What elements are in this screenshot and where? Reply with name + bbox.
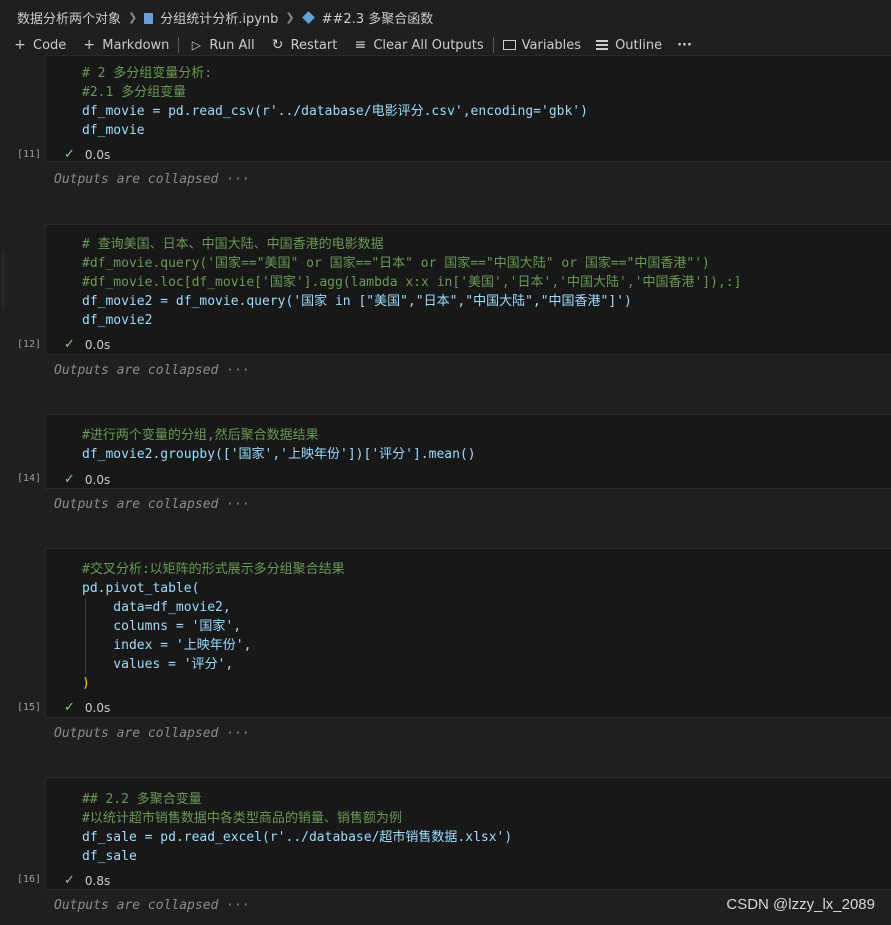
execution-count: [16] xyxy=(17,874,42,885)
outline-icon xyxy=(596,40,609,50)
execution-count: [15] xyxy=(17,702,42,713)
variables-icon xyxy=(502,40,516,50)
breadcrumb-file[interactable]: 分组统计分析.ipynb xyxy=(160,8,278,27)
cell-source[interactable]: # 查询美国、日本、中国大陆、中国香港的电影数据 #df_movie.query… xyxy=(82,235,741,330)
code-line: index = '上映年份', xyxy=(82,638,252,653)
outputs-collapsed[interactable]: Outputs are collapsed ··· xyxy=(54,363,250,378)
more-actions-button[interactable]: ··· xyxy=(677,38,692,53)
code-line: df_movie2.groupby(['国家','上映年份'])['评分'].m… xyxy=(82,447,476,462)
add-code-button[interactable]: + Code xyxy=(12,38,66,53)
code-line: df_movie2 = df_movie.query('国家 in ["美国",… xyxy=(82,294,632,309)
execution-time: 0.0s xyxy=(84,472,111,487)
code-line: data=df_movie2, xyxy=(82,600,231,615)
code-line: df_movie2 xyxy=(82,313,153,328)
code-line: #2.1 多分组变量 xyxy=(82,85,187,100)
code-cell[interactable]: #进行两个变量的分组,然后聚合数据结果 df_movie2.groupby(['… xyxy=(45,414,891,489)
execution-time: 0.0s xyxy=(84,337,111,352)
add-markdown-label: Markdown xyxy=(102,37,170,53)
breadcrumb: 数据分析两个对象 ❯ 分组统计分析.ipynb ❯ ##2.3 多聚合函数 xyxy=(0,0,891,34)
execution-time: 0.8s xyxy=(84,873,111,888)
code-line: columns = '国家', xyxy=(82,619,242,634)
execution-count: [11] xyxy=(17,149,42,160)
cell-status: ✓ 0.0s xyxy=(64,472,110,487)
run-all-icon: ▷ xyxy=(191,38,202,52)
restart-icon: ↻ xyxy=(271,37,284,53)
code-line: #df_movie.loc[df_movie['国家'].agg(lambda … xyxy=(82,275,742,290)
check-icon: ✓ xyxy=(64,337,75,352)
more-icon: ··· xyxy=(677,37,692,53)
variables-button[interactable]: Variables xyxy=(502,37,582,53)
code-line: ## 2.2 多聚合变量 xyxy=(82,792,202,807)
chevron-right-icon: ❯ xyxy=(128,10,138,24)
outline-label: Outline xyxy=(615,37,663,53)
check-icon: ✓ xyxy=(64,700,75,715)
notebook-toolbar: + Code + Markdown ▷ Run All ↻ Restart ≡ … xyxy=(0,34,891,56)
outputs-collapsed[interactable]: Outputs are collapsed ··· xyxy=(54,497,250,512)
code-line: df_sale = pd.read_excel(r'../database/超市… xyxy=(82,830,513,845)
outputs-collapsed[interactable]: Outputs are collapsed ··· xyxy=(54,898,250,913)
execution-time: 0.0s xyxy=(84,700,111,715)
variables-label: Variables xyxy=(521,37,582,53)
cell-source[interactable]: # 2 多分组变量分析: #2.1 多分组变量 df_movie = pd.re… xyxy=(82,64,588,140)
code-line: # 2 多分组变量分析: xyxy=(82,66,213,81)
markdown-section-icon xyxy=(301,10,315,24)
check-icon: ✓ xyxy=(64,147,75,162)
code-cell[interactable]: # 2 多分组变量分析: #2.1 多分组变量 df_movie = pd.re… xyxy=(45,55,891,162)
toolbar-divider xyxy=(492,37,494,53)
execution-count: [12] xyxy=(17,339,42,350)
code-line: #进行两个变量的分组,然后聚合数据结果 xyxy=(82,428,319,443)
clear-all-outputs-label: Clear All Outputs xyxy=(373,37,484,53)
cell-status: ✓ 0.8s xyxy=(64,873,110,888)
restart-button[interactable]: ↻ Restart xyxy=(270,38,338,53)
outputs-collapsed[interactable]: Outputs are collapsed ··· xyxy=(54,726,250,741)
code-line: df_movie = pd.read_csv(r'../database/电影评… xyxy=(82,104,588,119)
execution-count: [14] xyxy=(17,473,42,484)
check-icon: ✓ xyxy=(64,472,75,487)
code-cell[interactable]: ## 2.2 多聚合变量 #以统计超市销售数据中各类型商品的销量、销售额为例 d… xyxy=(45,777,891,890)
toolbar-divider xyxy=(178,37,180,53)
plus-icon: + xyxy=(14,37,26,53)
code-line: df_sale xyxy=(82,849,137,864)
add-markdown-button[interactable]: + Markdown xyxy=(81,38,169,53)
outline-button[interactable]: Outline xyxy=(596,38,662,53)
watermark: CSDN @lzzy_lx_2089 xyxy=(726,896,875,913)
breadcrumb-section[interactable]: ##2.3 多聚合函数 xyxy=(322,8,434,27)
code-line: values = '评分', xyxy=(82,657,234,672)
outputs-collapsed[interactable]: Outputs are collapsed ··· xyxy=(54,172,250,187)
run-all-label: Run All xyxy=(209,37,255,53)
scroll-indicator xyxy=(2,250,4,310)
cell-status: ✓ 0.0s xyxy=(64,337,110,352)
code-cell[interactable]: #交叉分析:以矩阵的形式展示多分组聚合结果 pd.pivot_table( da… xyxy=(45,548,891,718)
run-all-button[interactable]: ▷ Run All xyxy=(188,37,255,53)
indent-guide xyxy=(85,598,86,674)
restart-label: Restart xyxy=(290,37,338,53)
cell-source[interactable]: #交叉分析:以矩阵的形式展示多分组聚合结果 pd.pivot_table( da… xyxy=(82,560,345,693)
cell-status: ✓ 0.0s xyxy=(64,147,110,162)
cell-source[interactable]: ## 2.2 多聚合变量 #以统计超市销售数据中各类型商品的销量、销售额为例 d… xyxy=(82,790,512,866)
clear-all-outputs-button[interactable]: ≡ Clear All Outputs xyxy=(352,38,483,53)
plus-icon: + xyxy=(83,37,96,53)
code-line: #以统计超市销售数据中各类型商品的销量、销售额为例 xyxy=(82,811,402,826)
code-line: pd.pivot_table( xyxy=(82,581,200,596)
code-cell[interactable]: # 查询美国、日本、中国大陆、中国香港的电影数据 #df_movie.query… xyxy=(45,224,891,355)
chevron-right-icon: ❯ xyxy=(285,10,295,24)
code-line: # 查询美国、日本、中国大陆、中国香港的电影数据 xyxy=(82,237,384,252)
code-line: ) xyxy=(82,676,90,691)
clear-outputs-icon: ≡ xyxy=(354,37,367,53)
cell-source[interactable]: #进行两个变量的分组,然后聚合数据结果 df_movie2.groupby(['… xyxy=(82,426,476,464)
add-code-label: Code xyxy=(33,37,67,53)
code-line: df_movie xyxy=(82,123,145,138)
notebook-file-icon xyxy=(144,12,154,24)
code-line: #df_movie.query('国家=="美国" or 国家=="日本" or… xyxy=(82,256,710,271)
check-icon: ✓ xyxy=(64,873,75,888)
breadcrumb-folder[interactable]: 数据分析两个对象 xyxy=(17,8,121,27)
cell-status: ✓ 0.0s xyxy=(64,700,110,715)
code-line: #交叉分析:以矩阵的形式展示多分组聚合结果 xyxy=(82,562,345,577)
execution-time: 0.0s xyxy=(84,147,111,162)
